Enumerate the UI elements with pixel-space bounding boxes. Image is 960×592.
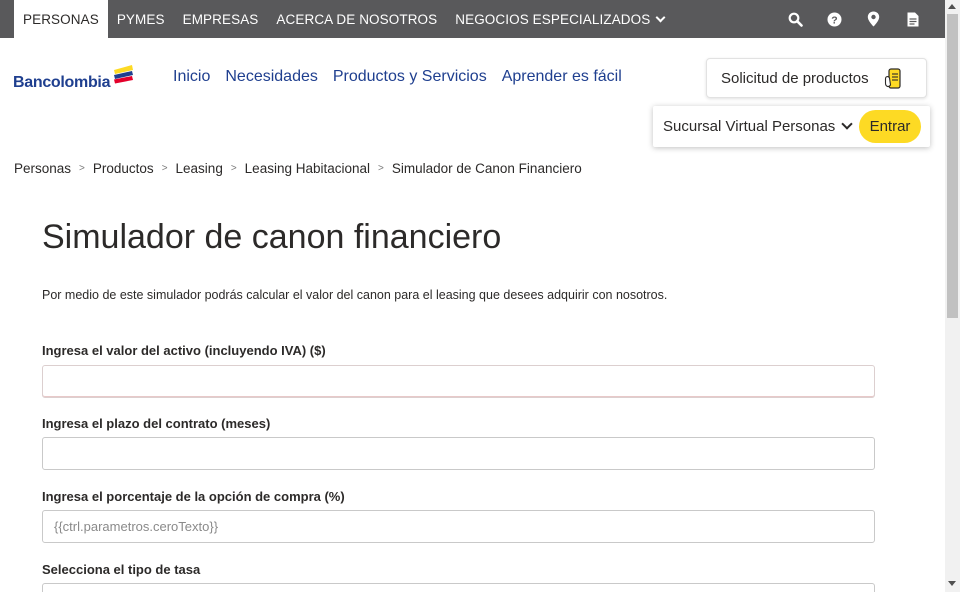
segment-negocios-especializados[interactable]: NEGOCIOS ESPECIALIZADOS <box>446 0 673 38</box>
document-icon[interactable] <box>904 11 921 28</box>
location-pin-icon[interactable] <box>865 11 882 28</box>
breadcrumb-current: Simulador de Canon Financiero <box>391 161 582 176</box>
tipo-tasa-label: Selecciona el tipo de tasa <box>42 562 201 577</box>
breadcrumb-separator-icon: > <box>79 163 85 174</box>
plazo-contrato-label: Ingresa el plazo del contrato (meses) <box>42 416 271 431</box>
segment-personas[interactable]: PERSONAS <box>14 0 108 38</box>
segment-acerca-de-nosotros[interactable]: ACERCA DE NOSOTROS <box>267 0 446 38</box>
solicitud-productos-button[interactable]: Solicitud de productos <box>706 58 927 98</box>
logo-wordmark: Bancolombia <box>13 74 111 91</box>
sucursal-virtual-selector[interactable]: Sucursal Virtual Personas <box>663 118 835 135</box>
scroll-down-arrow-icon[interactable] <box>948 581 956 586</box>
page-title: Simulador de canon financiero <box>42 218 502 256</box>
bancolombia-logo[interactable]: Bancolombia <box>13 64 135 92</box>
svg-text:?: ? <box>831 14 837 26</box>
segment-empresas[interactable]: EMPRESAS <box>174 0 268 38</box>
valor-activo-label: Ingresa el valor del activo (incluyendo … <box>42 343 326 358</box>
page-description: Por medio de este simulador podrás calcu… <box>42 288 668 302</box>
tipo-tasa-select[interactable] <box>42 583 875 592</box>
segment-pymes[interactable]: PYMES <box>108 0 174 38</box>
solicitud-productos-label: Solicitud de productos <box>721 69 869 87</box>
chevron-down-icon <box>655 12 666 22</box>
scroll-thumb[interactable] <box>947 14 958 318</box>
breadcrumb-leasing-habitacional[interactable]: Leasing Habitacional <box>245 161 370 176</box>
help-icon[interactable]: ? <box>826 11 843 28</box>
opcion-compra-input[interactable] <box>42 510 875 543</box>
top-bar: PERSONAS PYMES EMPRESAS ACERCA DE NOSOTR… <box>0 0 945 38</box>
top-utility-icons: ? <box>787 0 945 38</box>
breadcrumb-productos[interactable]: Productos <box>93 161 154 176</box>
opcion-compra-label: Ingresa el porcentaje de la opción de co… <box>42 489 345 504</box>
valor-activo-input[interactable] <box>42 365 875 398</box>
segment-nav: PERSONAS PYMES EMPRESAS ACERCA DE NOSOTR… <box>0 0 673 38</box>
chevron-down-icon[interactable] <box>841 118 853 130</box>
sucursal-virtual-panel: Sucursal Virtual Personas Entrar <box>653 106 930 147</box>
nav-necesidades[interactable]: Necesidades <box>225 68 318 86</box>
breadcrumb-separator-icon: > <box>161 163 168 174</box>
page-scrollbar[interactable] <box>945 0 960 592</box>
breadcrumb-separator-icon: > <box>378 163 384 174</box>
breadcrumb: Personas > Productos > Leasing > Leasing… <box>14 161 582 176</box>
main-nav: Inicio Necesidades Productos y Servicios… <box>173 68 622 86</box>
product-request-icon <box>884 68 901 89</box>
breadcrumb-personas[interactable]: Personas <box>14 161 71 176</box>
nav-inicio[interactable]: Inicio <box>173 68 210 86</box>
search-icon[interactable] <box>787 11 804 28</box>
entrar-button[interactable]: Entrar <box>859 110 921 143</box>
breadcrumb-separator-icon: > <box>230 163 237 174</box>
nav-productos-y-servicios[interactable]: Productos y Servicios <box>333 68 487 86</box>
logo-flag-icon <box>114 65 134 84</box>
nav-aprender-es-facil[interactable]: Aprender es fácil <box>502 68 622 86</box>
breadcrumb-leasing[interactable]: Leasing <box>176 161 223 176</box>
segment-negocios-label: NEGOCIOS ESPECIALIZADOS <box>455 11 651 27</box>
scroll-up-arrow-icon[interactable] <box>948 4 956 9</box>
plazo-contrato-input[interactable] <box>42 437 875 470</box>
